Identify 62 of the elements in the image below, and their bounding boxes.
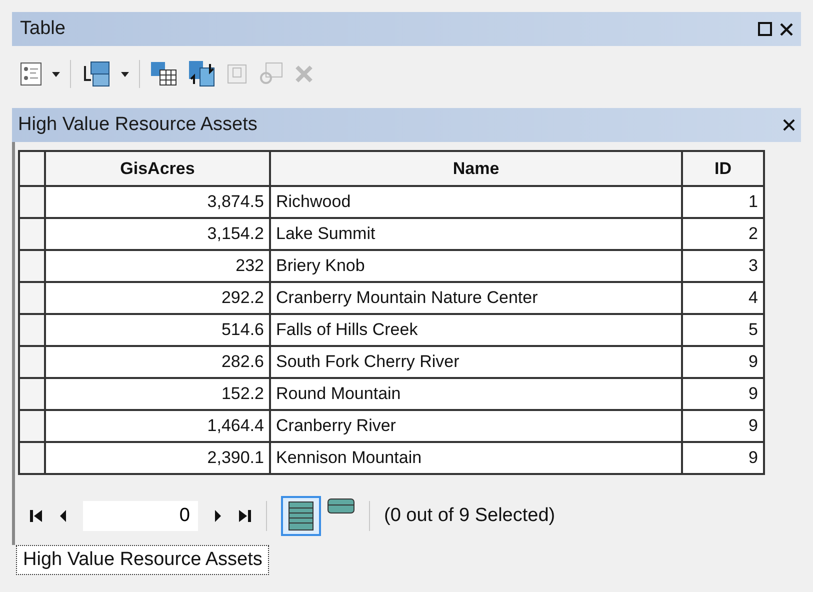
last-record-icon[interactable] [238,510,252,522]
table-cell: Round Mountain [270,378,682,410]
table-cell: Falls of Hills Creek [270,314,682,346]
window-title: Table [20,16,66,41]
table-cell: 282.6 [45,346,270,378]
table-cell: 232 [45,250,270,282]
table-cell: Kennison Mountain [270,442,682,474]
table-cell: 4 [682,282,764,314]
panel-title: High Value Resource Assets [18,112,258,137]
column-header[interactable]: ID [682,151,764,186]
related-tables-icon[interactable] [81,60,111,88]
table-cell: 3,874.5 [45,186,270,218]
show-all-records-button[interactable] [281,496,321,536]
close-icon[interactable] [780,22,793,36]
delete-icon [294,64,314,84]
table-cell: Briery Knob [270,250,682,282]
selection-status: (0 out of 9 Selected) [384,504,556,528]
table-cell: 5 [682,314,764,346]
zoom-selected-icon [258,61,284,87]
row-selector[interactable] [19,410,45,442]
table-cell: 3 [682,250,764,282]
clear-selection-icon [226,63,248,85]
row-selector[interactable] [19,218,45,250]
row-selector[interactable] [19,378,45,410]
table-cell: 1,464.4 [45,410,270,442]
close-icon[interactable] [783,119,795,131]
table-cell: 9 [682,442,764,474]
table-options-icon[interactable] [20,62,42,86]
row-selector[interactable] [19,314,45,346]
row-selector[interactable] [19,442,45,474]
first-record-icon[interactable] [29,510,43,522]
table-cell: 292.2 [45,282,270,314]
table-cell: South Fork Cherry River [270,346,682,378]
table-cell: Cranberry Mountain Nature Center [270,282,682,314]
row-selector[interactable] [19,282,45,314]
show-selected-records-button[interactable] [327,498,355,514]
maximize-icon[interactable] [758,22,772,36]
column-header[interactable]: GisAcres [45,151,270,186]
column-header[interactable]: Name [270,151,682,186]
table-cell: 9 [682,378,764,410]
row-selector[interactable] [19,186,45,218]
switch-selection-icon[interactable] [188,60,216,88]
table-cell: 3,154.2 [45,218,270,250]
caret-icon[interactable] [121,72,129,76]
table-cell: 152.2 [45,378,270,410]
table-cell: 2,390.1 [45,442,270,474]
table-cell: Cranberry River [270,410,682,442]
row-header[interactable] [19,151,45,186]
table-tab[interactable]: High Value Resource Assets [16,545,270,575]
table-cell: 514.6 [45,314,270,346]
record-field[interactable]: 0 [83,501,198,531]
table-cell: Richwood [270,186,682,218]
caret-icon[interactable] [52,72,60,76]
table-cell: 9 [682,346,764,378]
copy-table-icon[interactable] [150,61,178,87]
next-record-icon[interactable] [212,510,224,522]
table-cell: 2 [682,218,764,250]
table-cell: Lake Summit [270,218,682,250]
row-selector[interactable] [19,250,45,282]
table-cell: 1 [682,186,764,218]
table-cell: 9 [682,410,764,442]
row-selector[interactable] [19,346,45,378]
